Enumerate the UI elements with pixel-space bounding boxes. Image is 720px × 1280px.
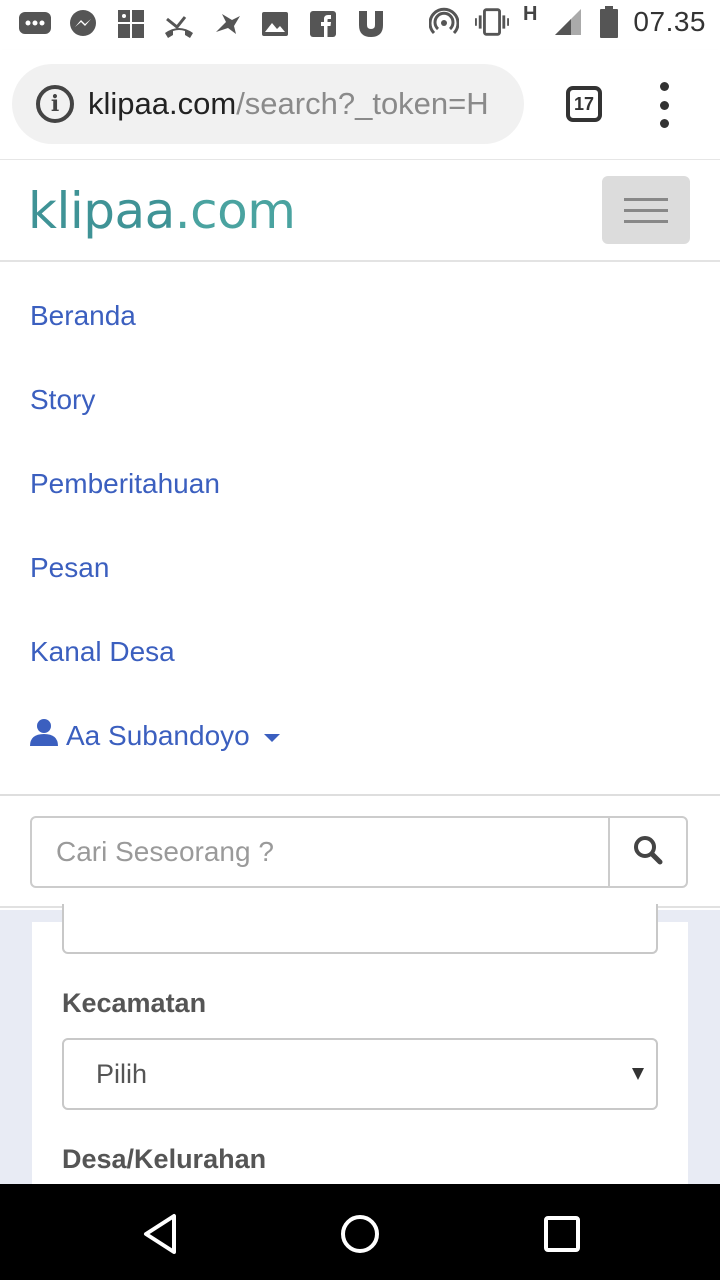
kecamatan-select[interactable]: Pilih [62, 1038, 658, 1110]
facebook-icon [306, 8, 340, 40]
menu-item-pemberitahuan[interactable]: Pemberitahuan [30, 468, 220, 500]
search-icon [633, 835, 663, 870]
missed-call-icon [162, 8, 196, 40]
kecamatan-label: Kecamatan [62, 988, 207, 1018]
bird-icon [210, 8, 244, 40]
kecamatan-value: Pilih [96, 1058, 148, 1089]
search-input[interactable] [30, 816, 610, 888]
menu-item-beranda[interactable]: Beranda [30, 300, 136, 332]
battery-icon [599, 6, 619, 38]
system-nav-bar [0, 1184, 720, 1280]
signal-icon [551, 6, 585, 38]
notification-icons [18, 8, 388, 40]
user-name: Aa Subandoyo [66, 719, 250, 751]
address-bar[interactable]: i klipaa.com/search?_token=H [12, 64, 524, 144]
shield-u-icon [354, 8, 388, 40]
photo-gallery-icon [114, 8, 148, 40]
url-path: /search?_token=H [236, 86, 489, 121]
site-info-icon[interactable]: i [36, 85, 74, 123]
chat-icon [18, 8, 52, 40]
network-type-label: H [522, 2, 538, 25]
site-logo[interactable]: klipaa.com [28, 182, 296, 240]
chevron-down-icon [263, 733, 280, 742]
menu-item-kanal-desa[interactable]: Kanal Desa [30, 636, 175, 668]
clock: 07.35 [633, 6, 706, 37]
vibrate-icon [474, 6, 509, 38]
browser-menu-icon[interactable] [654, 82, 674, 128]
url-host: klipaa.com [88, 86, 237, 121]
recents-icon[interactable] [540, 1212, 584, 1256]
status-bar: H 07.35 [0, 0, 720, 50]
hotspot-icon [427, 6, 461, 38]
image-icon [258, 8, 292, 40]
site-navbar: klipaa.com [0, 160, 720, 262]
dropdown-arrow-icon [632, 1068, 644, 1080]
previous-select-partial[interactable] [62, 904, 658, 954]
menu-item-story[interactable]: Story [30, 384, 95, 416]
hamburger-menu-button[interactable] [602, 176, 690, 244]
user-menu-dropdown[interactable]: Aa Subandoyo [30, 718, 280, 753]
logo-main: klipaa [28, 182, 175, 240]
url-text[interactable]: klipaa.com/search?_token=H [88, 86, 489, 122]
home-icon[interactable] [338, 1212, 382, 1256]
desa-label: Desa/Kelurahan [62, 1144, 267, 1174]
nav-menu: Beranda Story Pemberitahuan Pesan Kanal … [0, 262, 720, 796]
messenger-icon [66, 8, 100, 40]
tab-switcher-button[interactable]: 17 [566, 86, 602, 122]
menu-item-pesan[interactable]: Pesan [30, 552, 109, 584]
back-icon[interactable] [140, 1212, 184, 1256]
browser-toolbar: i klipaa.com/search?_token=H 17 [0, 50, 720, 160]
search-bar [0, 796, 720, 908]
logo-suffix: .com [174, 182, 296, 240]
system-status-icons: H 07.35 [427, 2, 706, 38]
search-button[interactable] [608, 816, 688, 888]
user-icon [30, 718, 58, 753]
